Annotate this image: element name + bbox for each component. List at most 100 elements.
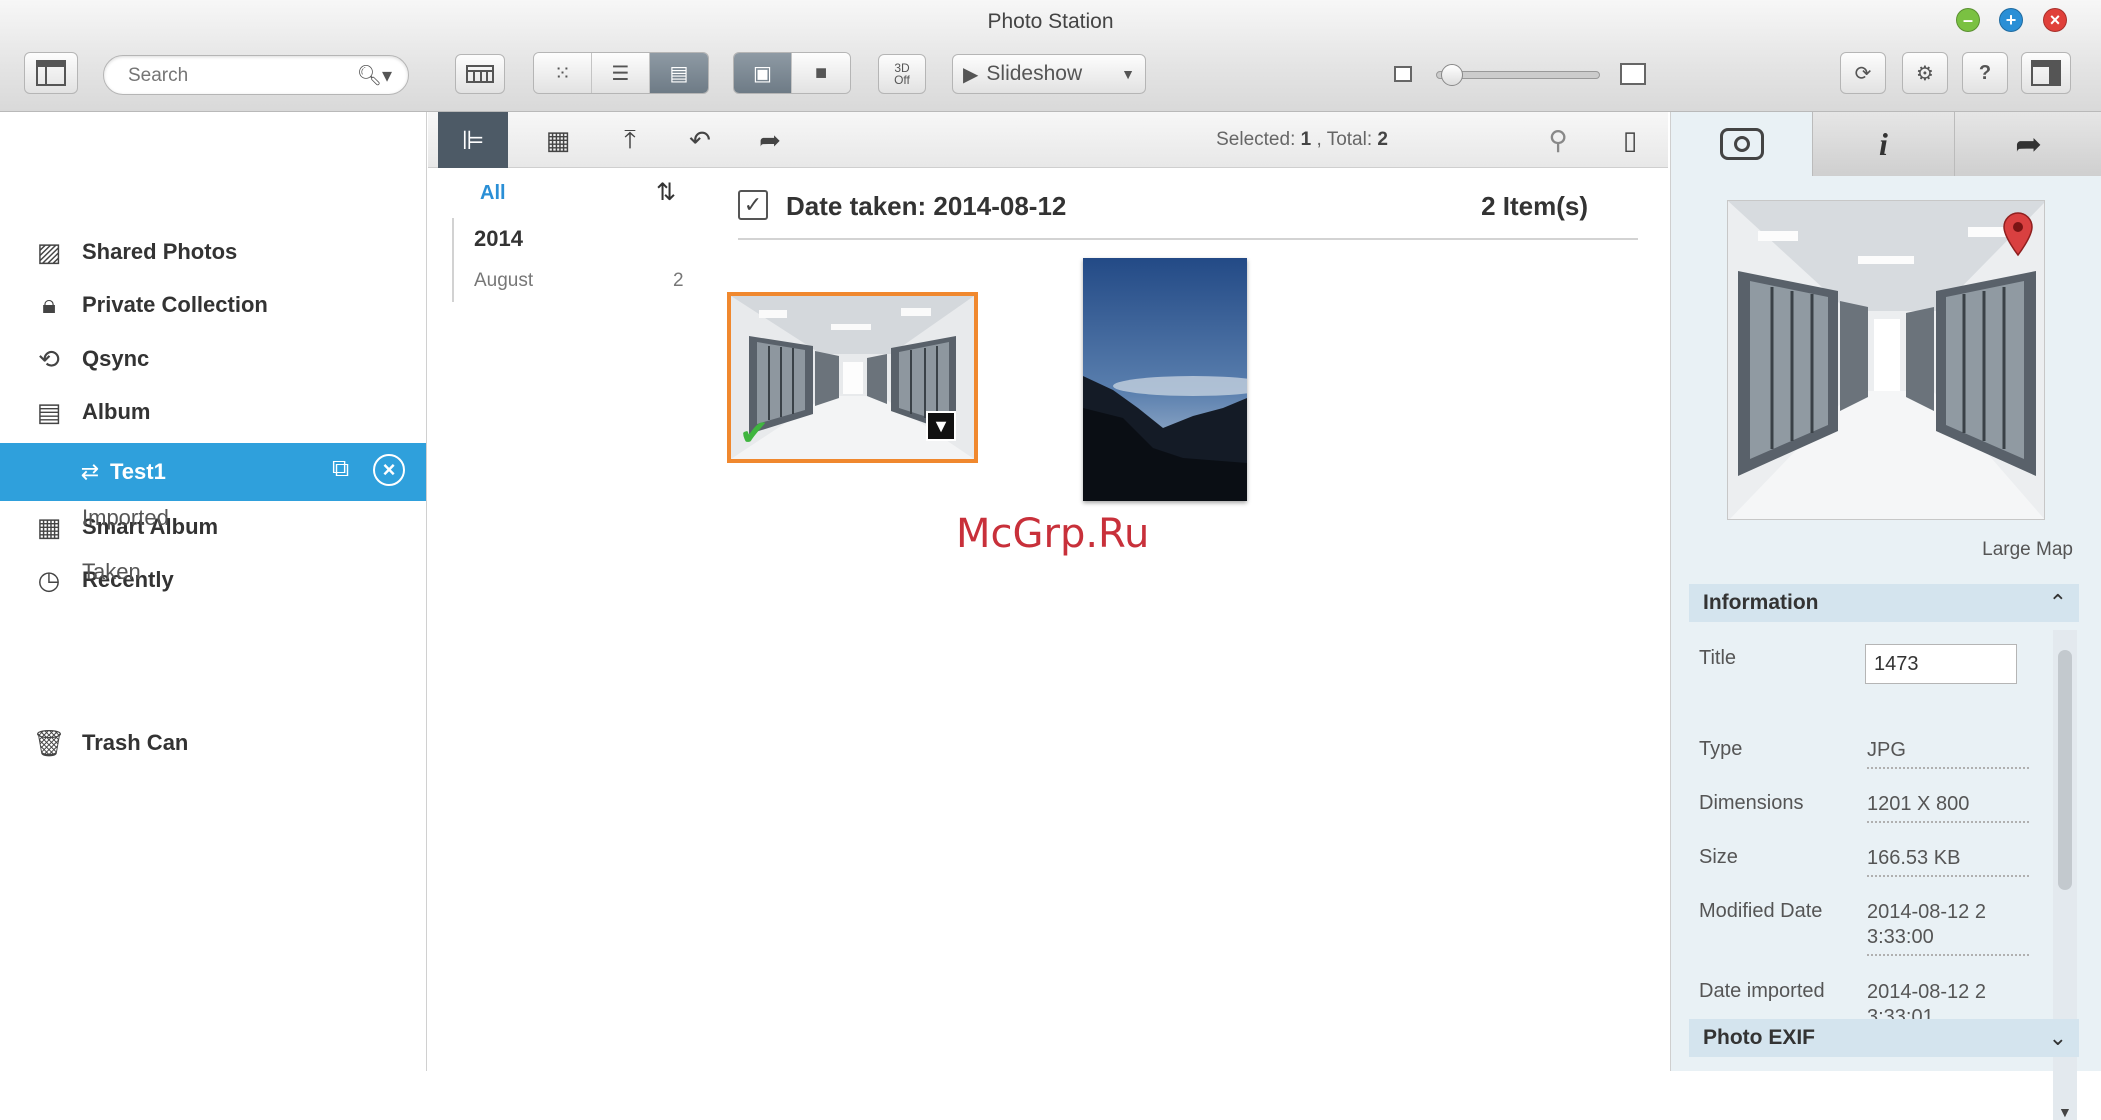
scrollbar-thumb[interactable] [2058, 650, 2072, 890]
content-toolbar: ⊫ ▦ ⤒ ↶ ➦ Selected: 1 , Total: 2 ⚲ ▯ [428, 112, 1668, 168]
help-button[interactable]: ? [1962, 52, 2008, 94]
sidebar-item-imported[interactable]: Imported [82, 505, 169, 531]
timeline-line [452, 218, 454, 302]
help-icon: ? [1978, 61, 1992, 84]
filmstrip-icon [466, 65, 494, 83]
info-icon: i [1879, 125, 1888, 162]
select-group-checkbox[interactable]: ✓ [738, 190, 768, 220]
search-input[interactable] [126, 64, 346, 88]
list-view-button[interactable]: ☰ [592, 53, 650, 93]
photo-thumbnail-selected[interactable]: ✔ ▼ [727, 292, 978, 463]
slideshow-button[interactable]: ▶ Slideshow ▼ [952, 54, 1146, 94]
refresh-icon: ⟳ [1854, 62, 1872, 85]
selected-count: 1 [1300, 129, 1312, 150]
thumbnail-view-button[interactable]: ⁙ [534, 53, 592, 93]
geotag-button[interactable]: ⚲ [1536, 120, 1580, 160]
tab-info[interactable]: i [1813, 112, 1955, 176]
toggle-info-panel-button[interactable] [2021, 52, 2071, 94]
sidebar-item-label: Test1 [110, 459, 166, 484]
upload-icon: ⤒ [624, 124, 636, 154]
tab-preview[interactable] [1671, 112, 1813, 176]
undo-button[interactable]: ↶ [678, 120, 722, 160]
timeline-view-button[interactable]: ▤ [650, 53, 708, 93]
image-icon: ▣ [753, 62, 772, 85]
timeline-all[interactable]: All [480, 182, 506, 205]
total-label: , Total: [1316, 129, 1373, 150]
map-pin-icon: ⚲ [1548, 124, 1568, 155]
share-button[interactable]: ➦ [748, 120, 792, 160]
display-mode-button[interactable] [455, 54, 505, 94]
sidebar-item-shared-photos[interactable]: ▨ Shared Photos [0, 227, 426, 277]
photo-exif-section-header[interactable]: Photo EXIF ⌄ [1689, 1019, 2079, 1057]
size-value: 166.53 KB [1867, 846, 2029, 877]
photo-thumbnail[interactable] [1083, 258, 1247, 501]
mountain-landscape-image [1083, 258, 1247, 501]
grid-icon: ⁙ [554, 62, 571, 85]
sidebar-layout-icon [36, 60, 66, 86]
shared-album-icon: ⇄ [80, 459, 100, 484]
sidebar-item-private-collection[interactable]: 🔒︎ Private Collection [0, 280, 426, 330]
thumbnail-menu-button[interactable]: ▼ [926, 411, 956, 441]
large-thumbnail-button[interactable]: ■ [792, 53, 850, 93]
tag-button[interactable]: ▯ [1608, 120, 1652, 160]
modified-date-value: 2014-08-12 2 3:33:00 [1867, 900, 2029, 956]
sidebar-item-test1[interactable]: ⇄ Test1 ⧉ × [0, 443, 426, 501]
title-field[interactable] [1865, 644, 2017, 684]
sidebar-item-trash-can[interactable]: 🗑︎ Trash Can [0, 718, 426, 768]
upload-button[interactable]: ⤒ [608, 120, 652, 160]
title-toolbar: Photo Station – + × 🔍︎▾ ⁙ ☰ ▤ ▣ ■ 3D Off… [0, 0, 2101, 112]
sidebar-item-smart-album[interactable]: ▦ Smart Album [0, 502, 426, 552]
share-arrow-icon: ➦ [2015, 126, 2042, 162]
chevron-down-icon[interactable]: ⌄ [2049, 1025, 2067, 1051]
type-label: Type [1699, 738, 1743, 760]
close-button[interactable]: × [2043, 8, 2067, 32]
chevron-down-icon[interactable]: ▼ [1121, 66, 1135, 82]
timeline-month[interactable]: August [474, 270, 533, 292]
timeline-month-count: 2 [673, 270, 684, 291]
toggle-sidebar-button[interactable] [24, 52, 78, 94]
undo-icon: ↶ [689, 124, 711, 155]
window-title: Photo Station [987, 10, 1114, 33]
album-icon: ▤ [36, 396, 62, 427]
scroll-down-icon[interactable]: ▼ [2058, 1104, 2072, 1120]
image-large-icon: ■ [814, 61, 828, 84]
modified-date-label: Modified Date [1699, 900, 1823, 922]
timeline-view-icon: ▤ [669, 62, 689, 85]
calendar-button[interactable]: ▦ [536, 120, 580, 160]
zoom-slider[interactable] [1436, 64, 1600, 86]
information-section-header[interactable]: Information ⌃ [1689, 584, 2079, 622]
search-icon[interactable]: 🔍︎▾ [357, 63, 392, 88]
search-field[interactable]: 🔍︎▾ [103, 55, 409, 95]
chevron-up-icon[interactable]: ⌃ [2049, 590, 2067, 616]
share-link-icon[interactable]: ⧉ [332, 455, 349, 483]
caret-down-icon: ▼ [932, 415, 950, 436]
settings-button[interactable]: ⚙ [1902, 52, 1948, 94]
timeline-year[interactable]: 2014 [474, 226, 523, 252]
slideshow-icon: ▶ [963, 63, 979, 86]
photo-map-preview[interactable] [1727, 200, 2045, 520]
minimize-button[interactable]: – [1956, 8, 1980, 32]
section-title: Information [1703, 591, 1819, 614]
refresh-button[interactable]: ⟳ [1840, 52, 1886, 94]
bookmark-icon: ▯ [1622, 124, 1638, 155]
sidebar-item-recently[interactable]: ◷ Recently [0, 555, 426, 605]
3d-mode-button[interactable]: 3D Off [878, 54, 926, 94]
zoom-large-icon [1620, 63, 1646, 85]
zoom-slider-handle[interactable] [1441, 64, 1463, 86]
sidebar-item-qsync[interactable]: ⟲ Qsync [0, 334, 426, 384]
sidebar-item-taken[interactable]: Taken [82, 559, 141, 585]
timeline-toggle-button[interactable]: ⊫ [438, 112, 508, 168]
maximize-button[interactable]: + [1999, 8, 2023, 32]
large-map-link[interactable]: Large Map [1982, 539, 2073, 561]
trash-icon: 🗑︎ [32, 727, 66, 758]
timeline-icon: ⊫ [461, 124, 485, 155]
small-thumbnail-button[interactable]: ▣ [734, 53, 792, 93]
sidebar-item-album[interactable]: ▤ Album [0, 387, 426, 437]
sidebar-item-label: Shared Photos [82, 239, 238, 264]
tab-share[interactable]: ➦ [1955, 112, 2101, 176]
section-title: Photo EXIF [1703, 1026, 1815, 1049]
remove-album-icon[interactable]: × [373, 454, 405, 486]
selection-status: Selected: 1 , Total: 2 [1216, 129, 1388, 151]
total-count: 2 [1377, 129, 1388, 150]
sort-icon[interactable]: ⇅ [656, 178, 676, 207]
